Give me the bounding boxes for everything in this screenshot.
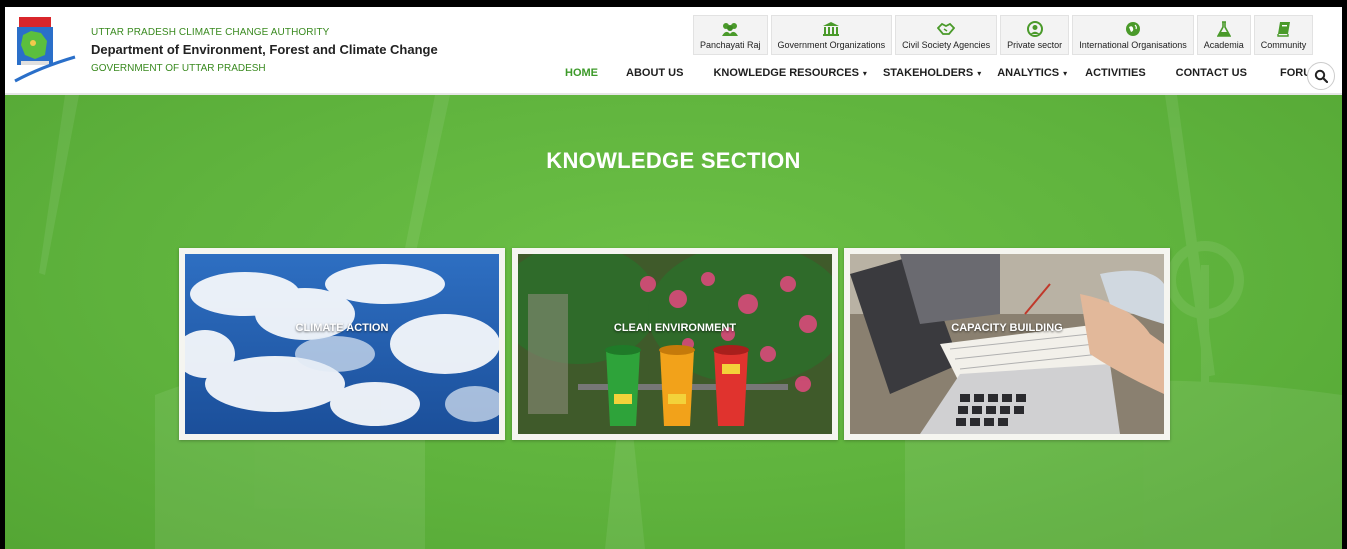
- search-button[interactable]: [1307, 62, 1335, 90]
- nav-knowledge-resources[interactable]: KNOWLEDGE RESOURCES ▾: [713, 67, 866, 79]
- user-circle-icon: [1026, 20, 1043, 37]
- stakeholder-label: Panchayati Raj: [700, 39, 761, 50]
- stakeholder-label: International Organisations: [1079, 39, 1187, 50]
- stakeholder-label: Private sector: [1007, 39, 1063, 50]
- handshake-icon: [937, 21, 956, 37]
- stakeholder-civil-society-agencies[interactable]: Civil Society Agencies: [895, 15, 998, 55]
- nav-stakeholders[interactable]: STAKEHOLDERS ▾: [883, 67, 981, 79]
- stakeholder-panchayati-raj[interactable]: Panchayati Raj: [693, 15, 768, 55]
- climate-action-image: CLIMATE ACTION: [185, 254, 499, 434]
- main-navigation: HOME ABOUT US KNOWLEDGE RESOURCES ▾ STAKE…: [565, 67, 1320, 79]
- card-label: CLEAN ENVIRONMENT: [613, 322, 737, 334]
- nav-home[interactable]: HOME: [565, 67, 598, 79]
- nav-about-us[interactable]: ABOUT US: [626, 67, 683, 79]
- stakeholder-label: Government Organizations: [777, 39, 886, 50]
- chevron-down-icon: ▾: [862, 69, 867, 78]
- stakeholder-international-organisations[interactable]: International Organisations: [1072, 15, 1194, 55]
- knowledge-section-hero: KNOWLEDGE SECTION CLIMATE ACTION CLEAN E…: [5, 95, 1342, 549]
- climate-action-card[interactable]: CLIMATE ACTION: [179, 248, 505, 440]
- chevron-down-icon: ▾: [977, 69, 982, 78]
- section-title: KNOWLEDGE SECTION: [546, 148, 801, 173]
- nav-stakeholders-label: STAKEHOLDERS: [882, 67, 974, 79]
- nav-knowledge-resources-label: KNOWLEDGE RESOURCES: [713, 67, 859, 79]
- laptop-desk-illustration: [850, 254, 1164, 434]
- stakeholder-private-sector[interactable]: Private sector: [1000, 15, 1070, 55]
- globe-icon: [1125, 21, 1141, 37]
- nav-analytics-label: ANALYTICS: [997, 67, 1060, 79]
- org-department-name: Department of Environment, Forest and Cl…: [91, 42, 438, 57]
- org-government-name: GOVERNMENT OF UTTAR PRADESH: [91, 63, 266, 74]
- org-authority-name: UTTAR PRADESH CLIMATE CHANGE AUTHORITY: [91, 27, 330, 38]
- capacity-building-card[interactable]: CAPACITY BUILDING: [844, 248, 1170, 440]
- capacity-building-image: CAPACITY BUILDING: [850, 254, 1164, 434]
- government-building-icon: [822, 21, 840, 37]
- dustbins-flowers-illustration: [518, 254, 832, 434]
- sky-clouds-illustration: [185, 254, 499, 434]
- clean-environment-card[interactable]: CLEAN ENVIRONMENT: [512, 248, 838, 440]
- stakeholder-bar: Panchayati Raj Government Organizations …: [693, 15, 1314, 55]
- people-group-icon: [721, 21, 739, 37]
- up-government-emblem-logo[interactable]: [11, 11, 81, 89]
- stakeholder-label: Academia: [1203, 39, 1244, 50]
- stakeholder-community[interactable]: Community: [1253, 15, 1314, 55]
- clean-environment-image: CLEAN ENVIRONMENT: [518, 254, 832, 434]
- nav-contact-us[interactable]: CONTACT US: [1176, 67, 1247, 79]
- card-label: CAPACITY BUILDING: [951, 322, 1063, 334]
- search-icon: [1314, 69, 1328, 83]
- chevron-down-icon: ▾: [1063, 69, 1068, 78]
- site-header: UTTAR PRADESH CLIMATE CHANGE AUTHORITY D…: [5, 7, 1342, 95]
- stakeholder-label: Civil Society Agencies: [902, 39, 991, 50]
- nav-analytics[interactable]: ANALYTICS ▾: [997, 67, 1067, 79]
- stakeholder-academia[interactable]: Academia: [1196, 15, 1251, 55]
- stakeholder-label: Community: [1260, 39, 1307, 50]
- card-label: CLIMATE ACTION: [295, 322, 389, 334]
- book-icon: [1276, 21, 1291, 37]
- org-title-block: UTTAR PRADESH CLIMATE CHANGE AUTHORITY D…: [91, 27, 438, 74]
- flask-icon: [1216, 20, 1231, 37]
- nav-activities[interactable]: ACTIVITIES: [1085, 67, 1146, 79]
- browser-viewport: UTTAR PRADESH CLIMATE CHANGE AUTHORITY D…: [5, 7, 1342, 549]
- stakeholder-government-organizations[interactable]: Government Organizations: [770, 15, 893, 55]
